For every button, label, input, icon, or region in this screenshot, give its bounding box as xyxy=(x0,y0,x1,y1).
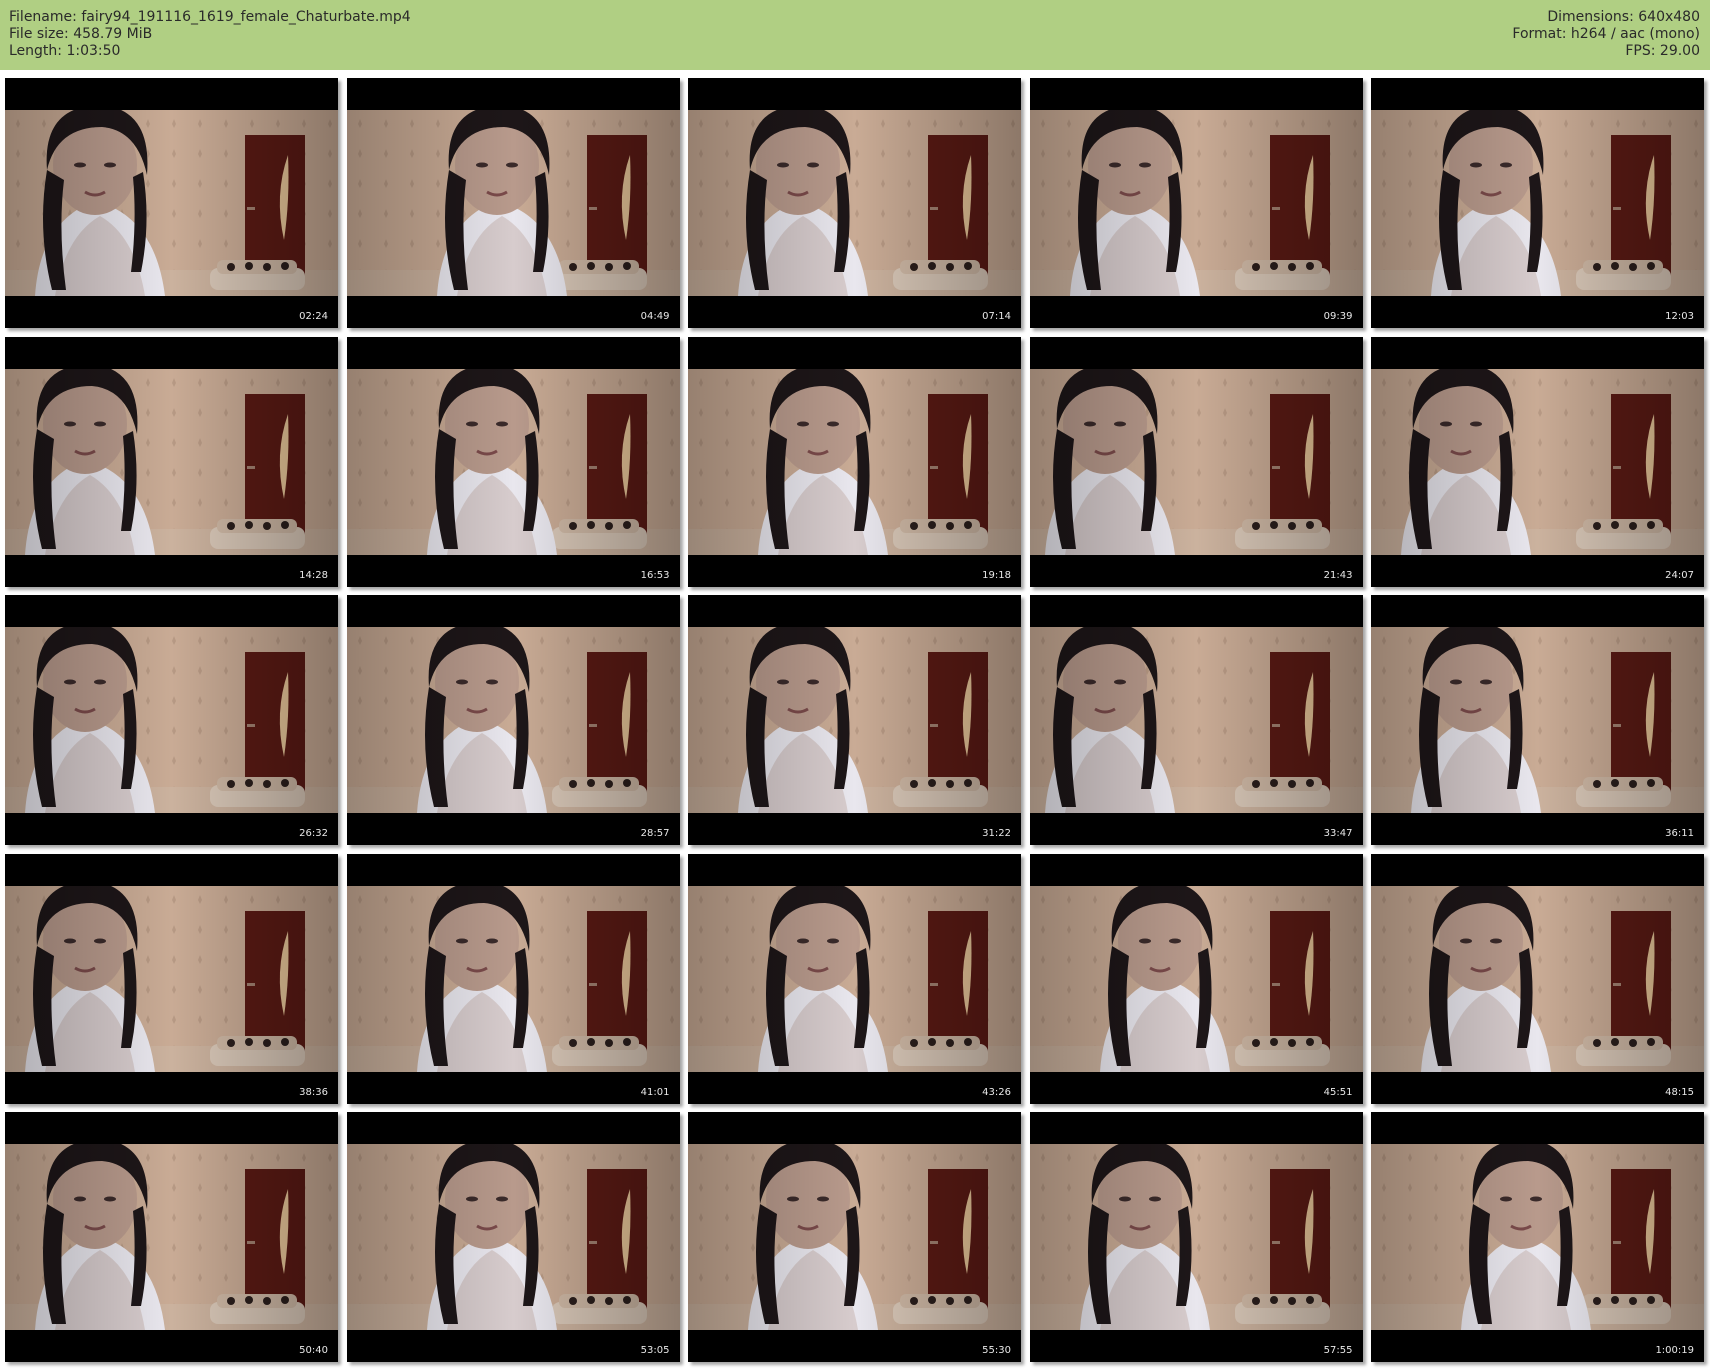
video-thumbnail: 43:26 xyxy=(688,853,1021,1104)
video-thumbnail: 57:55 xyxy=(1029,1112,1363,1362)
frame-image xyxy=(688,627,1021,813)
frame-timestamp: 45:51 xyxy=(1323,1086,1353,1098)
frame-timestamp: 19:18 xyxy=(982,569,1011,581)
filesize-label: File size: xyxy=(9,26,69,42)
filename-value: fairy94_191116_1619_female_Chaturbate.mp… xyxy=(81,9,411,25)
fps-value: 29.00 xyxy=(1659,43,1700,59)
video-thumbnail: 31:22 xyxy=(688,595,1021,845)
frame-timestamp: 1:00:19 xyxy=(1655,1345,1694,1356)
video-thumbnail: 24:07 xyxy=(1371,336,1704,587)
frame-image xyxy=(1029,1144,1363,1330)
video-thumbnail: 21:43 xyxy=(1029,336,1363,587)
frame-image xyxy=(1029,627,1363,813)
video-thumbnail: 55:30 xyxy=(688,1112,1021,1362)
frame-timestamp: 48:15 xyxy=(1665,1086,1694,1098)
frame-image xyxy=(346,627,680,813)
frame-timestamp: 57:55 xyxy=(1323,1345,1353,1356)
frame-timestamp: 36:11 xyxy=(1665,828,1694,839)
filesize-value: 458.79 MiB xyxy=(73,26,153,42)
video-thumbnail: 26:32 xyxy=(5,595,338,845)
frame-timestamp: 24:07 xyxy=(1665,569,1694,581)
filename-row: Filename: fairy94_191116_1619_female_Cha… xyxy=(9,9,411,26)
frame-image xyxy=(346,1144,680,1330)
thumbnail-grid: 02:24 04:49 07:14 09:39 12:03 14:28 16:53 19:18… xyxy=(0,78,1710,1368)
fps-label: FPS: xyxy=(1625,43,1656,59)
frame-timestamp: 31:22 xyxy=(982,828,1011,839)
frame-timestamp: 16:53 xyxy=(640,569,670,581)
video-thumbnail: 38:36 xyxy=(5,853,338,1104)
frame-timestamp: 04:49 xyxy=(640,311,670,322)
dimensions-row: Dimensions: 640x480 xyxy=(1512,9,1700,26)
video-thumbnail: 04:49 xyxy=(346,78,680,328)
frame-image xyxy=(1029,885,1363,1072)
video-thumbnail: 41:01 xyxy=(346,853,680,1104)
frame-image xyxy=(5,110,338,296)
frame-timestamp: 38:36 xyxy=(299,1086,328,1098)
frame-image xyxy=(1371,627,1704,813)
filename-label: Filename: xyxy=(9,9,77,25)
video-thumbnail: 45:51 xyxy=(1029,853,1363,1104)
fps-row: FPS: 29.00 xyxy=(1512,43,1700,60)
video-thumbnail: 02:24 xyxy=(5,78,338,328)
format-label: Format: xyxy=(1512,26,1567,42)
frame-timestamp: 50:40 xyxy=(299,1345,328,1356)
dimensions-value: 640x480 xyxy=(1638,9,1700,25)
video-thumbnail: 07:14 xyxy=(688,78,1021,328)
frame-timestamp: 21:43 xyxy=(1323,569,1353,581)
frame-timestamp: 09:39 xyxy=(1323,311,1353,322)
frame-timestamp: 12:03 xyxy=(1665,311,1694,322)
video-thumbnail: 12:03 xyxy=(1371,78,1704,328)
length-value: 1:03:50 xyxy=(66,43,121,59)
format-value: h264 / aac (mono) xyxy=(1570,26,1700,42)
frame-image xyxy=(1029,368,1363,555)
frame-timestamp: 26:32 xyxy=(299,828,328,839)
frame-image xyxy=(1371,885,1704,1072)
frame-image xyxy=(688,368,1021,555)
sheet-header: Filename: fairy94_191116_1619_female_Cha… xyxy=(0,0,1710,70)
frame-image xyxy=(688,885,1021,1072)
frame-timestamp: 41:01 xyxy=(640,1086,670,1098)
frame-image xyxy=(5,627,338,813)
frame-timestamp: 53:05 xyxy=(640,1345,670,1356)
video-thumbnail: 09:39 xyxy=(1029,78,1363,328)
frame-image xyxy=(1371,368,1704,555)
frame-image xyxy=(346,885,680,1072)
filesize-row: File size: 458.79 MiB xyxy=(9,26,411,43)
video-thumbnail: 50:40 xyxy=(5,1112,338,1362)
video-thumbnail: 53:05 xyxy=(346,1112,680,1362)
frame-image xyxy=(346,110,680,296)
video-thumbnail: 14:28 xyxy=(5,336,338,587)
video-thumbnail: 16:53 xyxy=(346,336,680,587)
video-thumbnail: 19:18 xyxy=(688,336,1021,587)
file-info: Filename: fairy94_191116_1619_female_Cha… xyxy=(9,9,411,60)
frame-timestamp: 33:47 xyxy=(1323,828,1353,839)
video-thumbnail: 48:15 xyxy=(1371,853,1704,1104)
length-row: Length: 1:03:50 xyxy=(9,43,411,60)
frame-image xyxy=(1371,110,1704,296)
frame-image xyxy=(346,368,680,555)
format-row: Format: h264 / aac (mono) xyxy=(1512,26,1700,43)
frame-image xyxy=(688,110,1021,296)
frame-image xyxy=(688,1144,1021,1330)
stream-info: Dimensions: 640x480 Format: h264 / aac (… xyxy=(1512,9,1700,60)
frame-image xyxy=(1371,1144,1704,1330)
video-thumbnail: 28:57 xyxy=(346,595,680,845)
frame-timestamp: 07:14 xyxy=(982,311,1011,322)
video-thumbnail: 33:47 xyxy=(1029,595,1363,845)
dimensions-label: Dimensions: xyxy=(1547,9,1634,25)
frame-timestamp: 55:30 xyxy=(982,1345,1011,1356)
frame-timestamp: 43:26 xyxy=(982,1086,1011,1098)
frame-image xyxy=(5,368,338,555)
video-thumbnail: 36:11 xyxy=(1371,595,1704,845)
frame-timestamp: 02:24 xyxy=(299,311,328,322)
frame-image xyxy=(1029,110,1363,296)
frame-image xyxy=(5,1144,338,1330)
video-thumbnail: 1:00:19 xyxy=(1371,1112,1704,1362)
frame-timestamp: 14:28 xyxy=(299,569,328,581)
length-label: Length: xyxy=(9,43,63,59)
frame-timestamp: 28:57 xyxy=(640,828,670,839)
frame-image xyxy=(5,885,338,1072)
